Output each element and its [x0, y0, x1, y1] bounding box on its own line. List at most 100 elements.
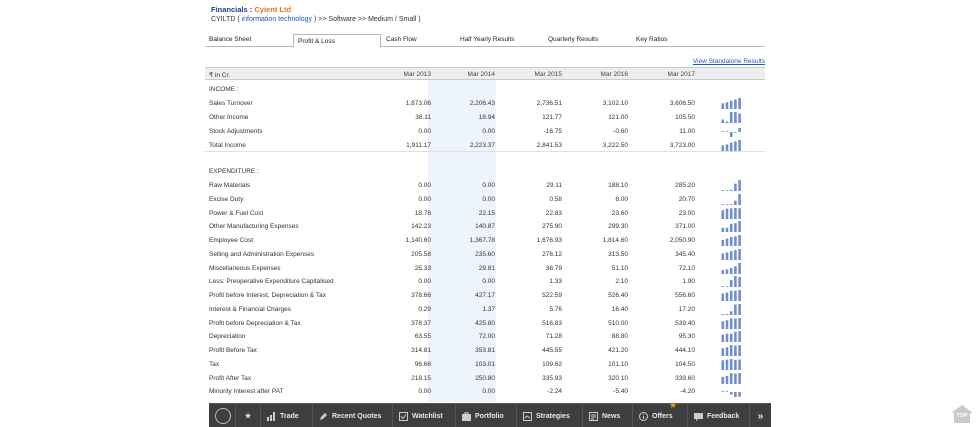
strategy-icon	[523, 411, 532, 421]
row-value: 2,736.51	[536, 100, 562, 107]
row-value: 1,814.60	[602, 237, 628, 244]
sparkline-bar	[729, 112, 733, 123]
sparkline-bar	[738, 303, 741, 315]
table-row: Excise Duty 0.00 0.00 0.58 8.00 20.70	[205, 193, 765, 206]
sparkline-bar	[738, 372, 741, 384]
row-value: 276.12	[542, 250, 562, 258]
row-value: 425.80	[475, 319, 495, 327]
row-value: 95.30	[678, 333, 695, 341]
news-button[interactable]: News	[582, 404, 626, 427]
row-value: 0.00	[482, 388, 495, 396]
row-value: 0.00	[418, 128, 431, 135]
row-value: 22.15	[478, 209, 495, 217]
row-value: 339.60	[675, 374, 695, 382]
table-row: Tax 96.66 103.01 109.62 101.10 104.50	[205, 358, 765, 371]
scroll-top-button[interactable]: TOP	[950, 404, 974, 424]
row-value: 20.70	[678, 195, 695, 203]
row-label: Other Income	[209, 114, 249, 121]
recent-quotes-button[interactable]: Recent Quotes	[312, 404, 387, 427]
row-value: 539.40	[675, 319, 695, 327]
tab-key-ratios[interactable]: Key Ratios	[636, 36, 667, 43]
sparkline-bar	[721, 253, 725, 260]
row-label: Minority Interest after PAT	[209, 388, 284, 396]
row-value: 1.90	[682, 278, 695, 286]
pen-icon	[319, 412, 328, 421]
sparkline-bar	[721, 286, 725, 288]
unit-label: ₹ in Cr.	[209, 72, 231, 79]
row-value: 299.30	[608, 223, 628, 231]
financials-label: Financials :	[211, 5, 253, 14]
target-icon[interactable]	[215, 408, 231, 424]
row-value: 38.11	[415, 114, 431, 121]
tab-cash-flow[interactable]: Cash Flow	[386, 36, 417, 43]
sparkline-bar	[725, 347, 729, 356]
sparkline-bar	[725, 208, 729, 219]
row-value: 0.00	[482, 182, 495, 189]
row-label: Profit Before Tax	[209, 347, 257, 354]
table-row: Selling and Administration Expenses 205.5…	[205, 248, 765, 261]
row-value: 2,223.37	[469, 142, 495, 149]
row-sparkline	[721, 180, 743, 191]
watchlist-button[interactable]: Watchlist	[392, 404, 449, 427]
table-row: Minority Interest after PAT 0.00 0.00 -2.24…	[205, 385, 765, 398]
row-sparkline	[721, 276, 743, 288]
sparkline-bar	[721, 145, 725, 151]
sparkline-bar	[725, 228, 729, 233]
row-value: -0.60	[613, 128, 628, 135]
sparkline-bar	[738, 140, 741, 151]
sparkline-bar	[738, 207, 741, 219]
row-value: 522.59	[542, 292, 562, 299]
sparkline-bar	[729, 132, 733, 137]
row-value: 371.00	[675, 223, 695, 231]
tab-profit-loss[interactable]: Profit & Loss	[293, 34, 381, 48]
expenditure-heading: EXPENDITURE :	[209, 168, 259, 175]
briefcase-icon	[462, 411, 471, 421]
tab-half-yearly-results[interactable]: Half Yearly Results	[460, 36, 515, 43]
sparkline-bar	[729, 392, 733, 395]
page-header: Financials : Cyient Ltd CYILTD ( informa…	[211, 5, 421, 25]
sparkline-bar	[725, 359, 729, 370]
view-standalone-results-link[interactable]: View Standalone Results	[693, 58, 765, 65]
sparkline-bar	[729, 189, 733, 191]
table-row: Interest & Financial Charges 0.29 1.37 5.76…	[205, 303, 765, 316]
trade-button[interactable]: Trade	[260, 404, 305, 427]
row-value: 250.80	[475, 374, 495, 382]
row-value: 18.78	[414, 209, 431, 217]
row-label: Interest & Financial Charges	[209, 305, 292, 313]
tab-balance-sheet[interactable]: Balance Sheet	[209, 36, 251, 43]
sparkline-bar	[721, 391, 725, 393]
row-value: 0.29	[418, 305, 431, 313]
sparkline-bar	[734, 207, 737, 219]
row-value: -4.20	[680, 388, 695, 396]
row-sparkline	[721, 262, 743, 274]
sparkline-bar	[725, 286, 729, 288]
double-chevron-right-icon[interactable]: »	[749, 404, 771, 427]
sparkline-bar	[725, 131, 729, 132]
sparkline-bar	[725, 144, 729, 151]
sparkline-bar	[734, 332, 737, 343]
portfolio-button[interactable]: Portfolio	[455, 404, 510, 427]
tab-quarterly-results[interactable]: Quarterly Results	[548, 36, 598, 43]
row-value: 516.83	[542, 319, 562, 327]
strategies-button[interactable]: Strategies	[516, 404, 576, 427]
row-value: 378.37	[411, 319, 431, 327]
year-header: Mar 2015	[534, 71, 562, 78]
row-value: 0.00	[482, 128, 495, 135]
row-label: Total Income	[209, 142, 246, 149]
sparkline-bar	[729, 317, 733, 329]
row-value: 16.40	[611, 305, 628, 313]
row-sparkline	[721, 207, 743, 219]
row-sparkline	[721, 386, 743, 398]
row-value: 235.60	[475, 250, 495, 258]
row-value: 29.11	[546, 182, 562, 189]
sparkline-bar	[734, 392, 737, 398]
row-value: 23.60	[611, 209, 628, 217]
feedback-button[interactable]: Feedback	[687, 404, 745, 427]
row-value: 88.80	[611, 333, 628, 341]
sector-link[interactable]: information technology	[242, 16, 312, 23]
row-sparkline	[721, 303, 743, 315]
star-icon[interactable]: ★	[235, 404, 260, 427]
sparkline-bar	[734, 99, 737, 109]
sparkline-bar	[734, 200, 737, 205]
row-value: 8.00	[615, 195, 628, 203]
